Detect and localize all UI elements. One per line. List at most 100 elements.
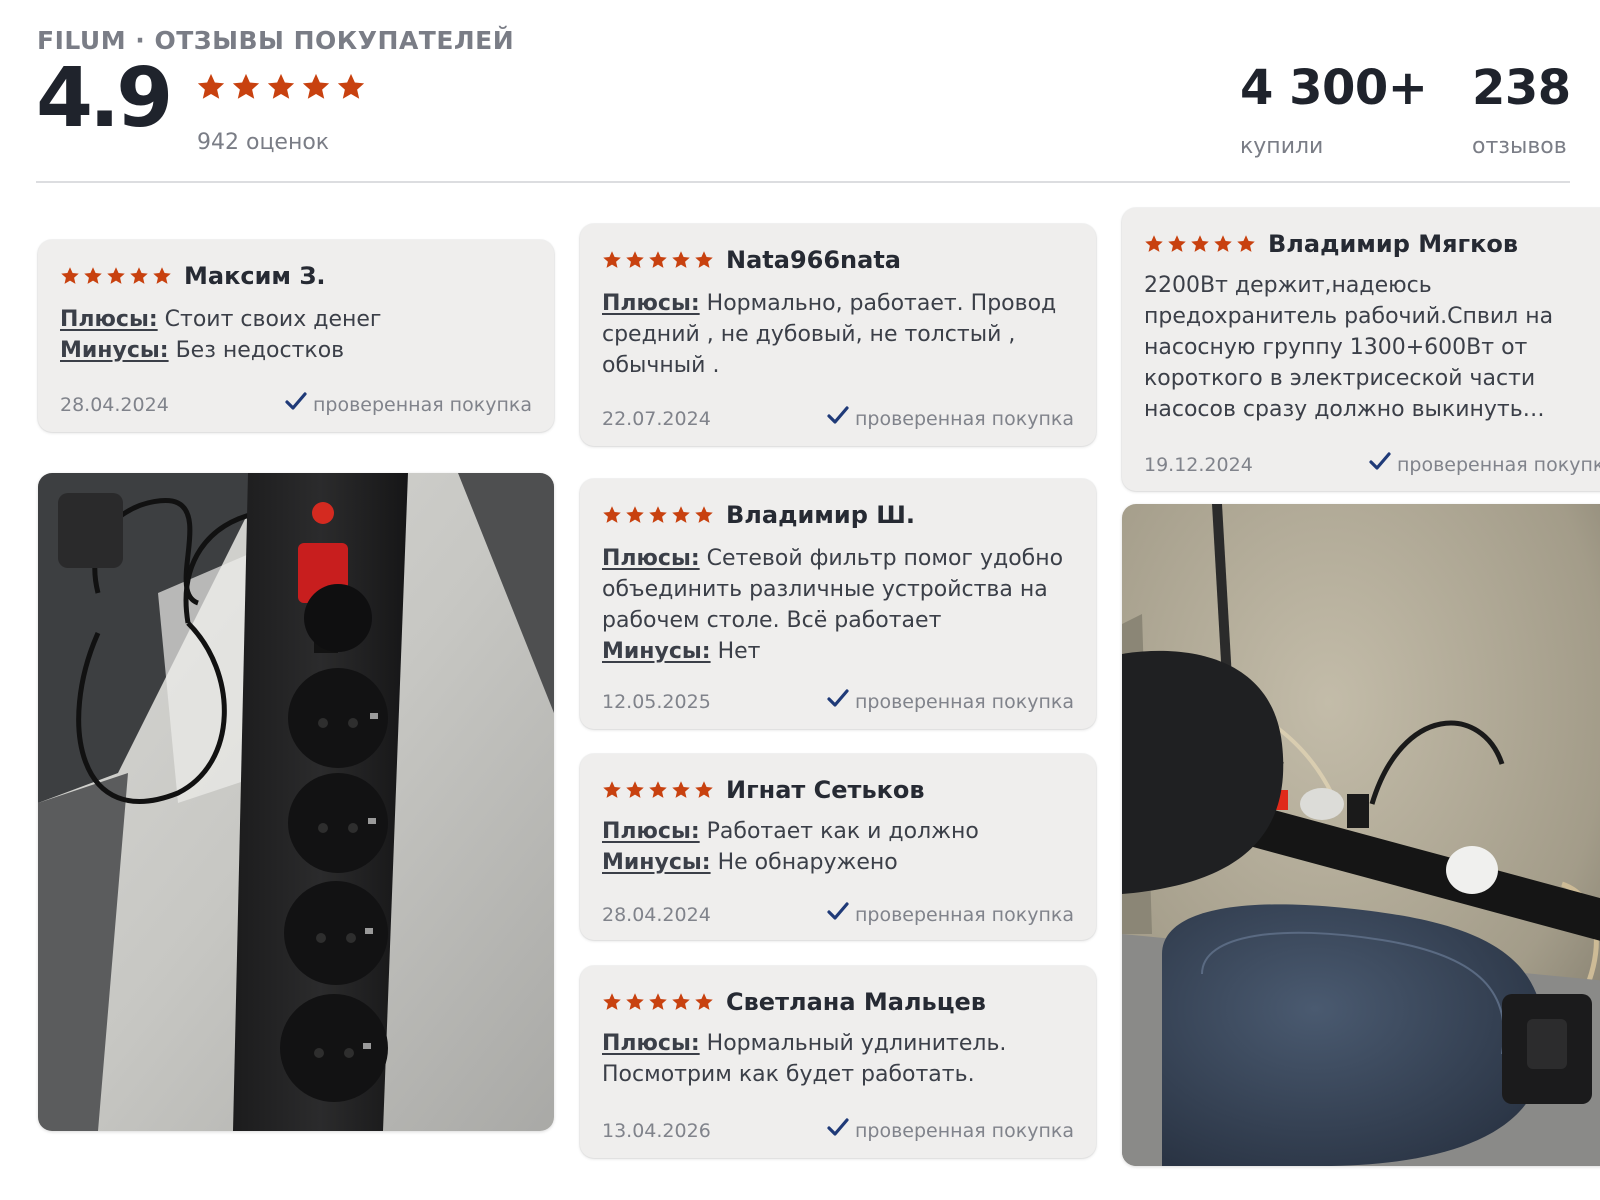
verified-label: проверенная покупка: [854, 407, 1074, 430]
review-author: Игнат Сетьков: [726, 776, 925, 804]
star-icon: [84, 267, 102, 284]
star-icon: [603, 781, 621, 798]
ratings-count: 942 оценок: [197, 130, 330, 155]
checkmark-icon: [827, 902, 849, 927]
review-card[interactable]: Владимир Мягков 2200Вт держит,надеюсь пр…: [1122, 208, 1600, 491]
review-text: Плюсы: Работает как и должно Минусы: Не …: [602, 816, 1078, 878]
star-icon: [672, 781, 690, 798]
review-photo[interactable]: [1122, 504, 1600, 1166]
review-date: 28.04.2024: [60, 393, 169, 416]
review-date: 22.07.2024: [602, 407, 711, 430]
review-text: Плюсы: Нормально, работает. Провод средн…: [602, 288, 1078, 381]
star-icon: [153, 267, 171, 284]
review-card[interactable]: Nata966nata Плюсы: Нормально, работает. …: [580, 224, 1096, 446]
reviews-label: отзывов: [1472, 134, 1567, 159]
review-author: Максим З.: [184, 262, 326, 290]
review-card[interactable]: Игнат Сетьков Плюсы: Работает как и долж…: [580, 754, 1096, 940]
review-stars: [602, 250, 714, 270]
pros-text: Работает как и должно: [706, 819, 979, 844]
verified-purchase-badge: проверенная покупка: [827, 902, 1074, 927]
review-author: Светлана Мальцев: [726, 988, 986, 1016]
review-text: 2200Вт держит,надеюсь предохранитель раб…: [1144, 273, 1554, 422]
star-icon: [649, 251, 667, 268]
star-icon: [649, 781, 667, 798]
star-icon: [1214, 235, 1232, 252]
verified-label: проверенная покупка: [854, 1119, 1074, 1142]
bought-label: купили: [1240, 134, 1324, 159]
pros-label: Плюсы:: [602, 819, 700, 844]
cons-label: Минусы:: [60, 338, 169, 363]
cons-text: Нет: [717, 639, 761, 664]
star-icon: [626, 251, 644, 268]
star-icon: [337, 73, 365, 99]
cons-text: Не обнаружено: [717, 850, 898, 875]
verified-purchase-badge: проверенная покупка: [827, 406, 1074, 431]
star-icon: [695, 506, 713, 523]
review-card[interactable]: Максим З. Плюсы: Стоит своих денег Минус…: [38, 240, 554, 432]
star-icon: [130, 267, 148, 284]
star-icon: [695, 251, 713, 268]
star-icon: [672, 993, 690, 1010]
star-icon: [695, 993, 713, 1010]
star-icon: [672, 506, 690, 523]
star-icon: [695, 781, 713, 798]
review-date: 13.04.2026: [602, 1119, 711, 1142]
review-date: 28.04.2024: [602, 903, 711, 926]
star-icon: [626, 506, 644, 523]
review-stars: [60, 266, 172, 286]
star-icon: [626, 993, 644, 1010]
star-icon: [232, 73, 260, 99]
verified-label: проверенная покупка: [312, 393, 532, 416]
average-rating-stars: [196, 72, 366, 102]
cons-label: Минусы:: [602, 850, 711, 875]
review-card[interactable]: Светлана Мальцев Плюсы: Нормальный удлин…: [580, 966, 1096, 1158]
checkmark-icon: [827, 689, 849, 714]
star-icon: [603, 251, 621, 268]
review-stars: [602, 505, 714, 525]
star-icon: [107, 267, 125, 284]
reviews-stat: 238 отзывов: [1472, 64, 1571, 159]
reviews-value: 238: [1472, 60, 1571, 116]
review-text: Плюсы: Сетевой фильтр помог удобно объед…: [602, 543, 1078, 667]
star-icon: [649, 506, 667, 523]
star-icon: [603, 506, 621, 523]
power-strip-under-desk-photo: [1122, 504, 1600, 1166]
pros-label: Плюсы:: [602, 1031, 700, 1056]
star-icon: [672, 251, 690, 268]
review-author: Владимир Мягков: [1268, 230, 1519, 258]
average-rating: 4.9: [36, 51, 173, 146]
star-icon: [61, 267, 79, 284]
pros-label: Плюсы:: [60, 307, 158, 332]
bought-value: 4 300+: [1240, 60, 1428, 116]
bought-stat: 4 300+ купили: [1240, 64, 1428, 159]
cons-label: Минусы:: [602, 639, 711, 664]
review-author: Nata966nata: [726, 246, 901, 274]
star-icon: [197, 73, 225, 99]
review-card[interactable]: Владимир Ш. Плюсы: Сетевой фильтр помог …: [580, 479, 1096, 729]
star-icon: [1237, 235, 1255, 252]
review-author: Владимир Ш.: [726, 501, 915, 529]
cons-text: Без недостков: [175, 338, 345, 363]
pros-label: Плюсы:: [602, 291, 700, 316]
star-icon: [267, 73, 295, 99]
verified-label: проверенная покупка: [1396, 453, 1600, 476]
verified-label: проверенная покупка: [854, 690, 1074, 713]
pros-label: Плюсы:: [602, 546, 700, 571]
star-icon: [1145, 235, 1163, 252]
verified-purchase-badge: проверенная покупка: [285, 392, 532, 417]
review-stars: [602, 992, 714, 1012]
review-photo[interactable]: [38, 473, 554, 1131]
verified-purchase-badge: проверенная покупка: [1369, 452, 1600, 477]
verified-purchase-badge: проверенная покупка: [827, 1118, 1074, 1143]
review-text: Плюсы: Нормальный удлинитель. Посмотрим …: [602, 1028, 1078, 1090]
checkmark-icon: [1369, 452, 1391, 477]
star-icon: [649, 993, 667, 1010]
checkmark-icon: [285, 392, 307, 417]
checkmark-icon: [827, 406, 849, 431]
star-icon: [1191, 235, 1209, 252]
checkmark-icon: [827, 1118, 849, 1143]
verified-purchase-badge: проверенная покупка: [827, 689, 1074, 714]
star-icon: [603, 993, 621, 1010]
power-strip-photo: [38, 473, 554, 1131]
verified-label: проверенная покупка: [854, 903, 1074, 926]
